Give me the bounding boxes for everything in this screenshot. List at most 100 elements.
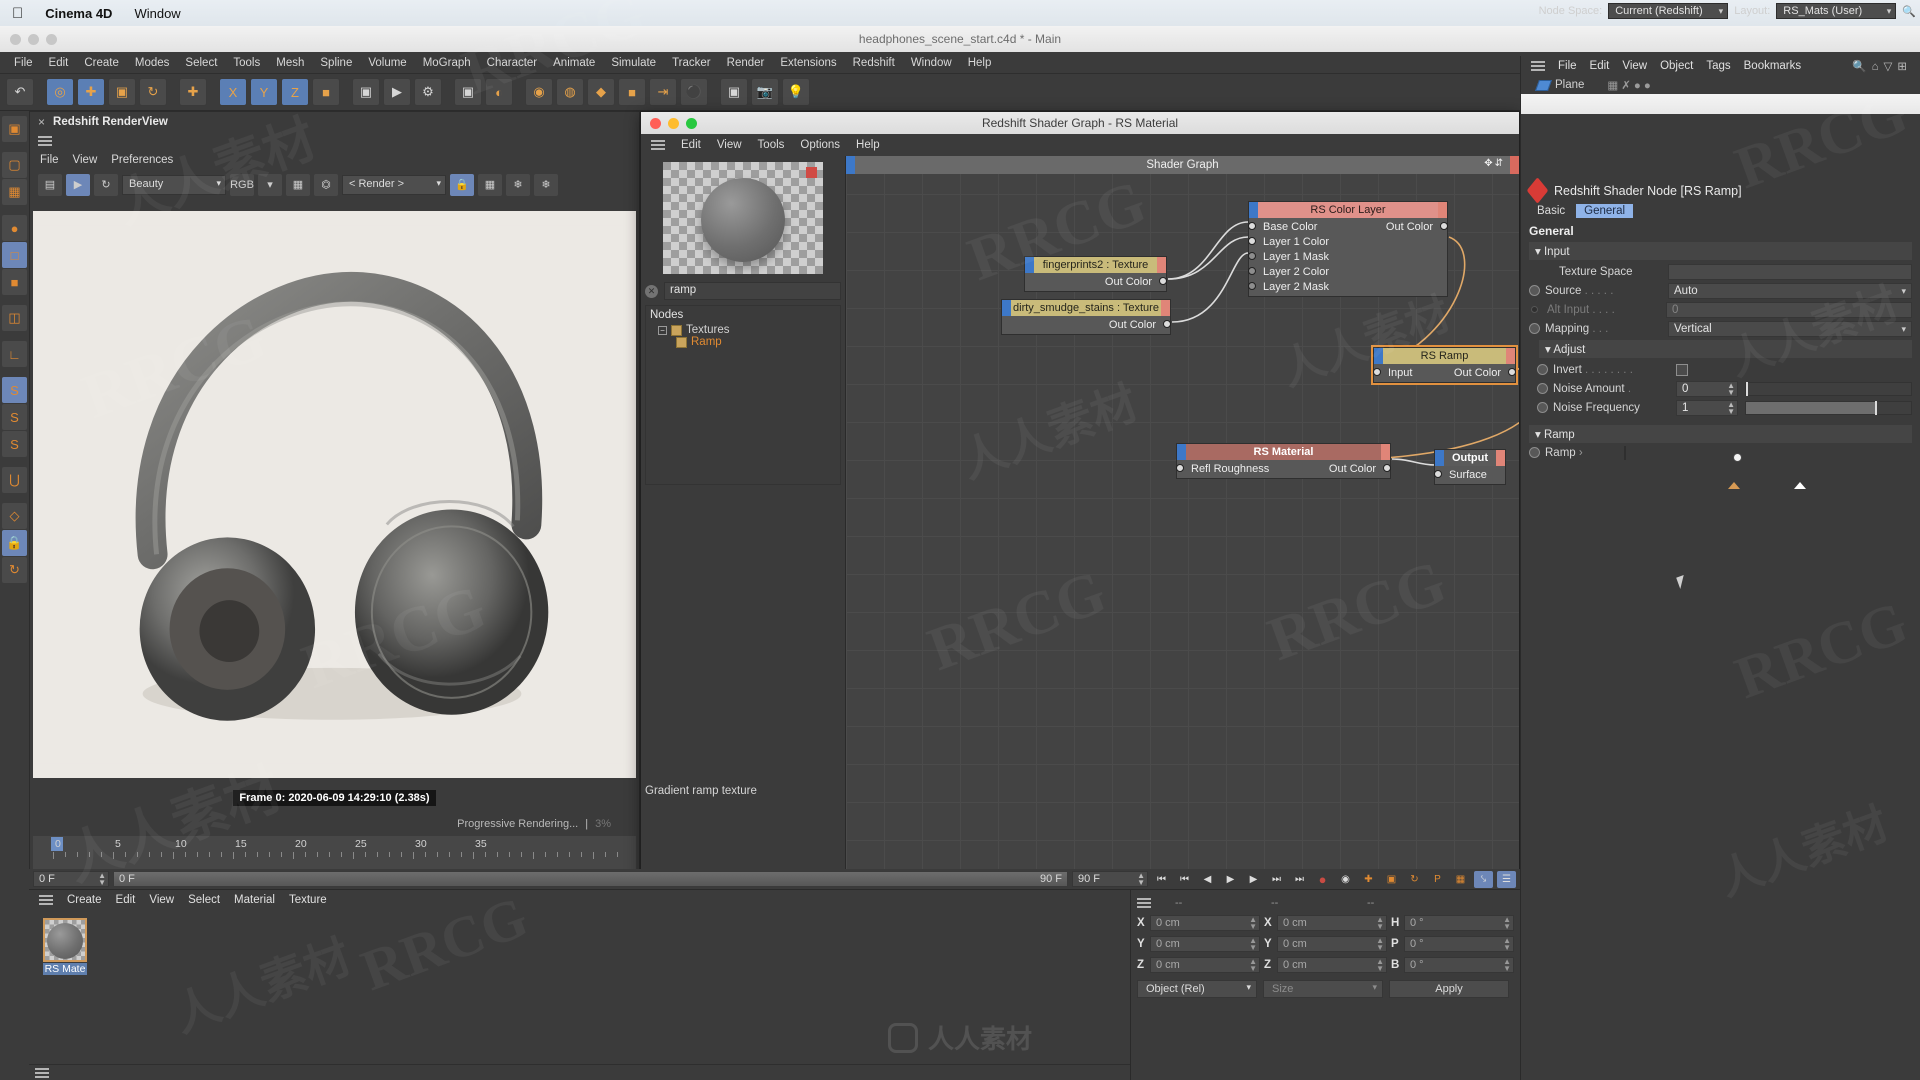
stepper-icon[interactable]: ▲ ▼ — [1376, 936, 1384, 951]
graph-node-header[interactable]: fingerprints2 : Texture — [1025, 257, 1166, 273]
dropdown-mapping[interactable]: Vertical — [1668, 320, 1912, 337]
material-thumbnail[interactable] — [43, 918, 87, 962]
undo-icon[interactable]: ↶ — [6, 78, 34, 106]
object-tag-icons[interactable]: ▦✗●● — [1607, 78, 1653, 92]
footer-hamburger-icon[interactable] — [35, 1067, 49, 1078]
noise-amount-port-icon[interactable] — [1537, 383, 1548, 394]
graph-node[interactable]: RS Material Refl Roughness Out Color — [1176, 443, 1391, 479]
stepper-icon[interactable]: ▲ ▼ — [1376, 915, 1384, 930]
autokey-icon[interactable]: ◉ — [1336, 871, 1355, 888]
workplane-icon[interactable]: ◇ — [2, 503, 27, 529]
mm-menu-edit[interactable]: Edit — [116, 894, 136, 906]
menu-item-mesh[interactable]: Mesh — [268, 55, 312, 71]
texture-mode-icon[interactable]: ▦ — [2, 179, 27, 205]
polygon-mode-icon[interactable]: ■ — [2, 269, 27, 295]
graph-node-header[interactable]: RS Ramp — [1374, 348, 1515, 364]
next-keyframe-icon[interactable]: ⏭ — [1267, 871, 1286, 888]
menu-item-animate[interactable]: Animate — [545, 55, 603, 71]
keyframe-selection-icon[interactable]: ⤥ — [1474, 870, 1493, 888]
z-axis-lock-icon[interactable]: Z — [281, 78, 309, 106]
coord-position-input[interactable]: 0 cm ▲ ▼ — [1150, 956, 1260, 973]
graph-node-header[interactable]: dirty_smudge_stains : Texture — [1002, 300, 1170, 316]
alt-input-port-icon[interactable] — [1531, 306, 1538, 313]
axis-tool-icon[interactable]: ✚ — [179, 78, 207, 106]
denoise-icon[interactable]: ❄ — [506, 173, 530, 196]
input-texture-space[interactable] — [1668, 263, 1912, 280]
source-port-icon[interactable] — [1529, 285, 1540, 296]
coord-position-input[interactable]: 0 cm ▲ ▼ — [1150, 914, 1260, 931]
shader-graph-canvas[interactable]: Shader Graph ✥⇵ fingerprints2: Texture … — [846, 156, 1519, 885]
light-icon[interactable]: 💡 — [782, 78, 810, 106]
checkbox-invert[interactable] — [1676, 363, 1688, 376]
denoise-gpu-icon[interactable]: ❄ — [534, 173, 558, 196]
rotate-tool-icon[interactable]: ↻ — [139, 78, 167, 106]
coord-position-input[interactable]: 0 cm ▲ ▼ — [1150, 935, 1260, 952]
input-port[interactable] — [1248, 222, 1256, 230]
input-noise-amount[interactable]: 0 ▲ ▼ — [1676, 380, 1738, 397]
tab-basic[interactable]: Basic — [1529, 204, 1573, 218]
graph-node[interactable]: fingerprints2 : Texture Out Color — [1024, 256, 1167, 292]
coord-mode-dropdown[interactable]: Object (Rel) — [1137, 980, 1257, 998]
renderview-close-icon[interactable]: × — [38, 115, 45, 129]
node-search-input[interactable]: ramp — [664, 282, 841, 300]
mm-menu-view[interactable]: View — [149, 894, 174, 906]
ramp-editor[interactable] — [1624, 446, 1912, 489]
current-frame-field[interactable]: 0 F ▲ ▼ — [33, 871, 109, 887]
os-app-name[interactable]: Cinema 4D — [45, 6, 112, 21]
node-space-dropdown[interactable]: Current (Redshift) — [1608, 3, 1729, 19]
group-input[interactable]: ▾ Input — [1529, 242, 1912, 260]
effector-icon[interactable]: ⇥ — [649, 78, 677, 106]
expander-icon[interactable]: − — [658, 325, 667, 335]
sg-menu-tools[interactable]: Tools — [758, 139, 785, 151]
workplane-reset-icon[interactable]: ↻ — [2, 557, 27, 583]
menu-item-mograph[interactable]: MoGraph — [415, 55, 479, 71]
renderview-menu-file[interactable]: File — [40, 154, 59, 166]
viewport-layout-icon[interactable]: ◫ — [2, 305, 27, 331]
render-target-dropdown[interactable]: < Render > — [342, 174, 446, 195]
scale-tool-icon[interactable]: ▣ — [108, 78, 136, 106]
go-to-start-icon[interactable]: ⏮ — [1152, 871, 1171, 888]
lock-render-icon[interactable]: 🔒 — [450, 173, 474, 196]
coordinates-hamburger-icon[interactable] — [1137, 898, 1151, 908]
input-port[interactable] — [1434, 470, 1442, 478]
coord-size-input[interactable]: 0 cm ▲ ▼ — [1277, 914, 1387, 931]
noise-frequency-port-icon[interactable] — [1537, 402, 1548, 413]
edge-mode-icon[interactable]: □ — [2, 242, 27, 268]
layout-dropdown[interactable]: RS_Mats (User) — [1776, 3, 1897, 19]
tree-item-textures[interactable]: − Textures — [650, 324, 836, 336]
sg-menu-edit[interactable]: Edit — [681, 139, 701, 151]
material-manager-hamburger-icon[interactable] — [39, 895, 53, 905]
record-scale-icon[interactable]: ▣ — [1382, 871, 1401, 888]
output-port[interactable] — [1163, 320, 1171, 328]
renderview-timeline[interactable]: 0 5 10 15 20 25 30 35 — [33, 836, 636, 870]
magnet-tool-icon[interactable]: ⋃ — [2, 467, 27, 493]
output-port[interactable] — [1440, 222, 1448, 230]
menu-item-volume[interactable]: Volume — [360, 55, 414, 71]
cube-primitive-icon[interactable]: ▣ — [454, 78, 482, 106]
sg-menu-help[interactable]: Help — [856, 139, 880, 151]
rgb-channel-icon[interactable]: RGB — [230, 173, 254, 196]
object-manager-tool-icons[interactable]: 🔍⌂▽⊞ — [1852, 59, 1912, 73]
output-port[interactable] — [1159, 277, 1167, 285]
invert-port-icon[interactable] — [1537, 364, 1548, 375]
snap-settings-icon[interactable]: S — [2, 404, 27, 430]
undo-redo-icon[interactable]: ▣ — [2, 116, 27, 142]
render-output-image[interactable] — [33, 211, 636, 778]
apply-button[interactable]: Apply — [1389, 980, 1509, 998]
object-manager-splitter[interactable] — [1521, 94, 1920, 114]
tab-general[interactable]: General — [1576, 204, 1634, 218]
ramp-stop-marker[interactable] — [1727, 470, 1741, 489]
coord-size-input[interactable]: 0 cm ▲ ▼ — [1277, 956, 1387, 973]
mograph-cloner-icon[interactable]: ■ — [618, 78, 646, 106]
slider-noise-amount[interactable] — [1745, 381, 1912, 396]
menu-item-render[interactable]: Render — [719, 55, 773, 71]
render-view-icon[interactable]: ▣ — [352, 78, 380, 106]
field-icon[interactable]: ⚫ — [680, 78, 708, 106]
menu-item-spline[interactable]: Spline — [312, 55, 360, 71]
input-port[interactable] — [1176, 464, 1184, 472]
search-icon[interactable]: 🔍 — [1902, 5, 1916, 18]
coord-size-dropdown[interactable]: Size — [1263, 980, 1383, 998]
menu-item-modes[interactable]: Modes — [127, 55, 178, 71]
object-manager-hamburger-icon[interactable] — [1531, 61, 1545, 71]
coord-size-input[interactable]: 0 cm ▲ ▼ — [1277, 935, 1387, 952]
